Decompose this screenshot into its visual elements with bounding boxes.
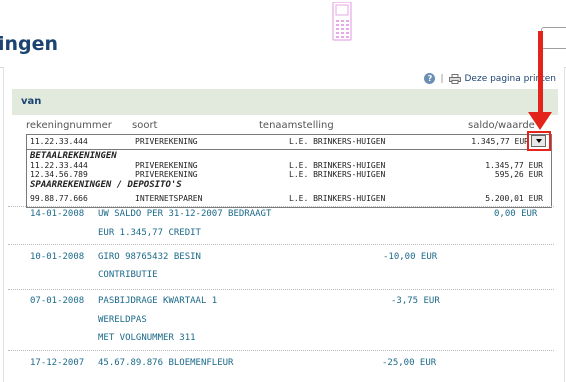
transaction-date: 17-12-2007: [30, 358, 85, 368]
column-header-holder: tenaamstelling: [259, 120, 334, 131]
transaction-description[interactable]: PASBIJDRAGE KWARTAAL 1: [98, 296, 217, 306]
column-header-type: soort: [132, 120, 158, 131]
divider: [8, 350, 554, 351]
transaction-amount: 0,00 EUR: [494, 209, 538, 219]
selected-account-balance: 1.345,77 EUR: [471, 137, 529, 146]
annotation-highlight-box: [527, 131, 551, 151]
divider: [8, 244, 554, 245]
column-header-number: rekeningnummer: [26, 120, 112, 131]
group-header: SPAARREKENINGEN / DEPOSITO'S: [30, 180, 182, 190]
from-label: van: [21, 96, 42, 107]
transaction-description: CONTRIBUTIE: [98, 270, 158, 280]
selected-account-holder: L.E. BRINKERS-HUIGEN: [289, 137, 386, 146]
annotation-arrow: [538, 31, 543, 115]
group-header: BETAALREKENINGEN: [30, 151, 117, 161]
transaction-amount: -10,00 EUR: [383, 252, 438, 262]
transaction-description[interactable]: 45.67.89.876 BLOEMENFLEUR: [98, 358, 233, 368]
account-option[interactable]: 99.88.77.666 INTERNETSPAREN L.E. BRINKER…: [27, 194, 551, 203]
top-header: ingen: [0, 0, 566, 68]
printer-icon[interactable]: [448, 73, 461, 84]
selected-account-number: 11.22.33.444: [30, 137, 88, 146]
transaction-date: 14-01-2008: [30, 209, 85, 219]
transaction-date: 10-01-2008: [30, 252, 85, 262]
transaction-description[interactable]: UW SALDO PER 31-12-2007 BEDRAAGT: [98, 209, 271, 219]
column-header-balance: saldo/waarde: [468, 120, 535, 131]
from-account-band: van: [12, 89, 558, 115]
account-select[interactable]: 11.22.33.444 PRIVEREKENING L.E. BRINKERS…: [26, 134, 552, 150]
account-option[interactable]: 11.22.33.444 PRIVEREKENING L.E. BRINKERS…: [27, 161, 551, 170]
transaction-description: EUR 1.345,77 CREDIT: [98, 228, 201, 238]
transaction-amount: -25,00 EUR: [382, 358, 437, 368]
transaction-date: 07-01-2008: [30, 296, 85, 306]
account-dropdown-list: BETAALREKENINGEN 11.22.33.444 PRIVEREKEN…: [26, 149, 552, 208]
divider: [8, 289, 554, 290]
main-content: ? | Deze pagina printen van: [3, 67, 565, 382]
transaction-description: MET VOLGNUMMER 311: [98, 333, 196, 343]
annotation-arrowhead: [528, 112, 552, 130]
divider: [8, 206, 554, 207]
separator: |: [440, 73, 444, 84]
page-utilities: ? | Deze pagina printen: [424, 73, 556, 84]
transaction-description: WERELDPAS: [98, 315, 147, 325]
phone-icon: [332, 2, 352, 41]
help-icon[interactable]: ?: [424, 73, 436, 84]
transaction-description[interactable]: GIRO 98765432 BESIN: [98, 252, 201, 262]
search-input[interactable]: [541, 27, 566, 49]
transaction-amount: -3,75 EUR: [391, 296, 440, 306]
account-option[interactable]: 12.34.56.789 PRIVEREKENING L.E. BRINKERS…: [27, 170, 551, 179]
page-title: ingen: [0, 33, 59, 55]
selected-account-type: PRIVEREKENING: [135, 137, 198, 146]
